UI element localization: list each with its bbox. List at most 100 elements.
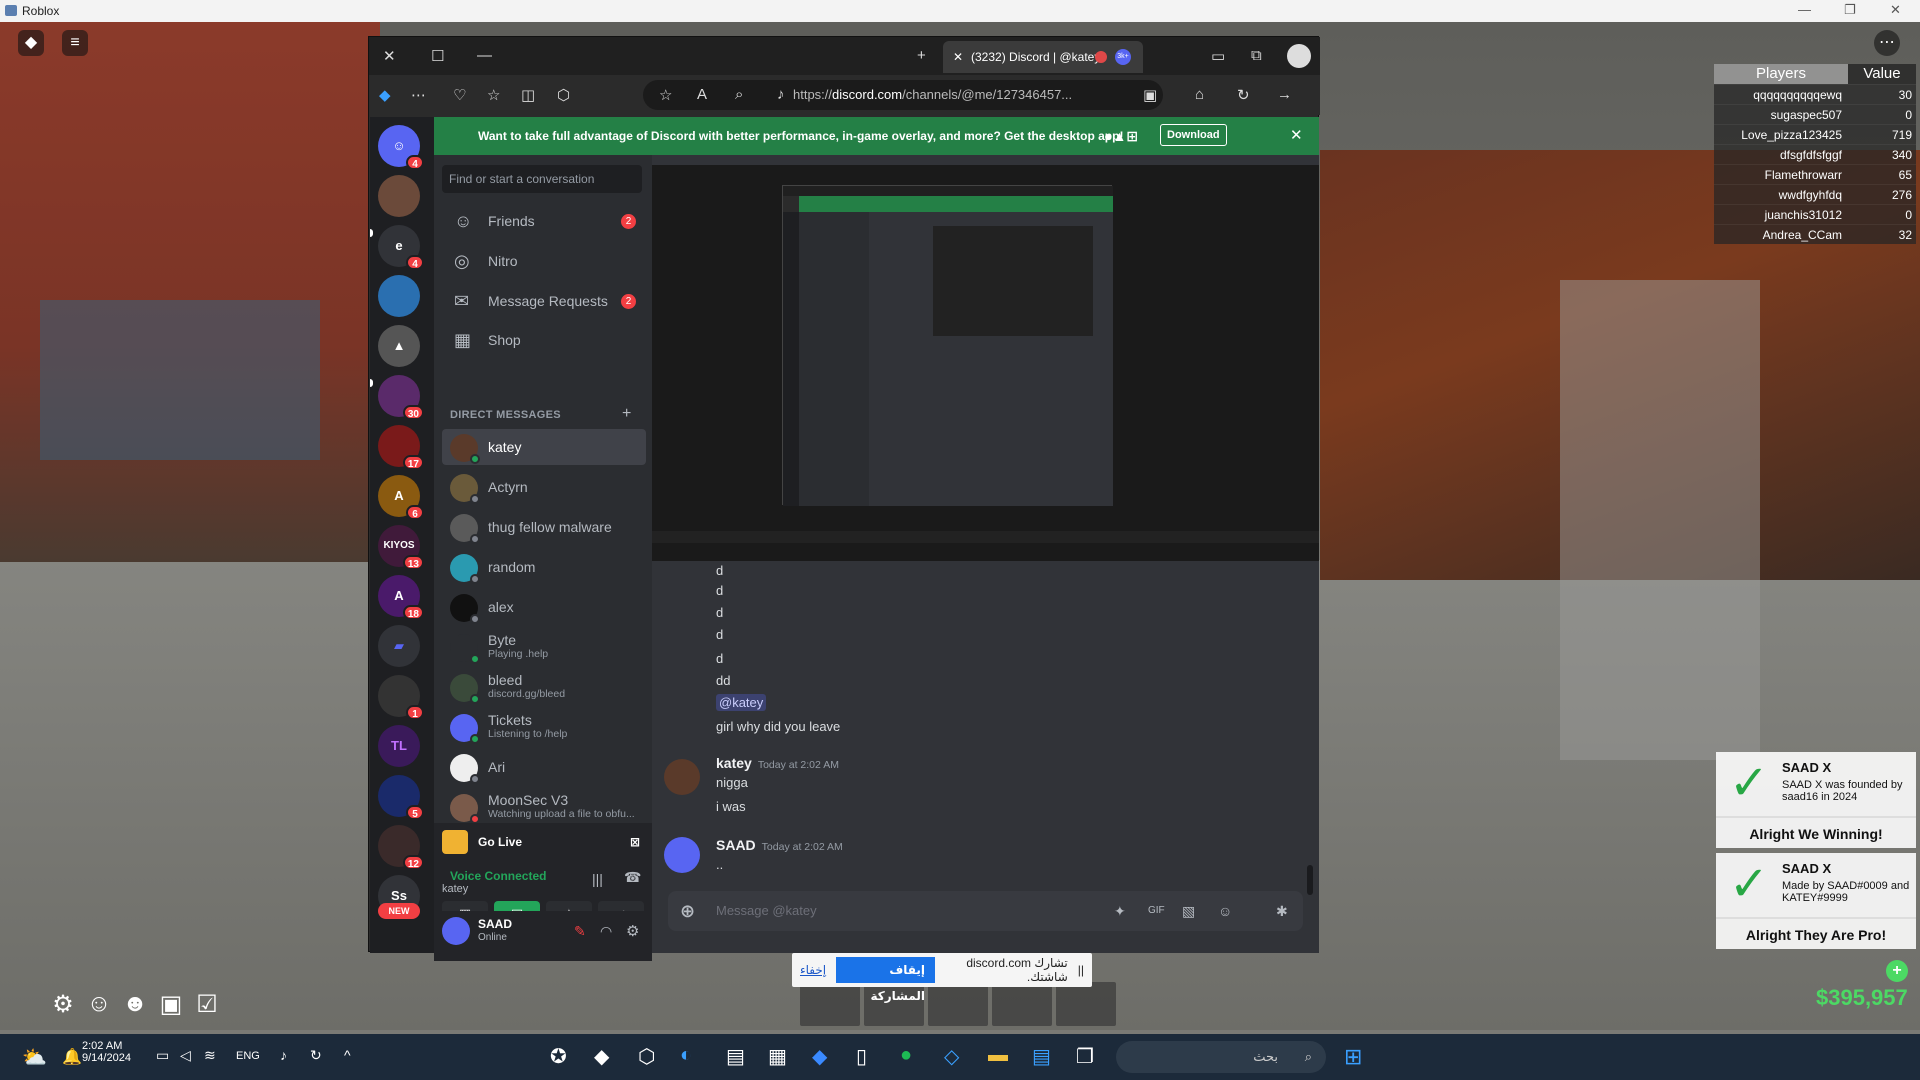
close-window-icon[interactable]: ✕ <box>383 47 396 65</box>
dm-item[interactable]: katey <box>442 429 646 465</box>
dm-item[interactable]: bleed discord.gg/bleed <box>442 669 646 705</box>
message-author[interactable]: SAAD <box>716 837 756 853</box>
address-bar[interactable]: https://discord.com/channels/@me/1273464… <box>643 80 1163 110</box>
server-icon[interactable]: 30 <box>378 375 424 420</box>
leaderboard-row[interactable]: sugaspec507 0 <box>1714 104 1916 124</box>
emote-icon[interactable]: ☻ <box>122 990 148 1019</box>
screenshot-attachment[interactable] <box>652 165 1319 561</box>
dm-item[interactable]: Byte Playing .help <box>442 629 646 665</box>
discord-home-icon[interactable]: ☺ 4 <box>378 125 424 170</box>
server-icon[interactable]: 5 <box>378 775 424 820</box>
leaderboard-row[interactable]: dfsgfdfsfggf 340 <box>1714 144 1916 164</box>
forward-icon[interactable]: → <box>1277 86 1292 103</box>
notification-button[interactable]: Alright We Winning! <box>1716 816 1916 848</box>
notes-icon[interactable]: ▤ <box>1032 1044 1051 1069</box>
scrollbar[interactable] <box>1307 865 1313 895</box>
avatar[interactable] <box>664 759 700 795</box>
disconnect-icon[interactable]: ☎ <box>624 869 641 886</box>
nav-nitro[interactable]: ◎ Nitro <box>442 243 646 279</box>
leaderboard-row[interactable]: Andrea_CCam 32 <box>1714 224 1916 244</box>
stop-stream-icon[interactable]: ⊠ <box>630 823 640 861</box>
search-input[interactable]: Find or start a conversation <box>442 165 642 193</box>
pause-icon[interactable]: || <box>1078 963 1084 977</box>
store-icon[interactable]: ▦ <box>768 1044 787 1069</box>
team-icon[interactable]: ☺ <box>86 990 112 1019</box>
app-star-icon[interactable]: ✪ <box>550 1044 567 1069</box>
sticker-icon[interactable]: ▧ <box>1182 891 1195 931</box>
more-options-icon[interactable]: ⋯ <box>1874 30 1900 56</box>
dm-item[interactable]: alex <box>442 589 646 625</box>
nav-friends[interactable]: ☺ Friends 2 <box>442 203 646 239</box>
user-mention[interactable]: @katey <box>716 694 767 711</box>
lock-icon[interactable]: ▣ <box>1143 86 1157 104</box>
server-icon[interactable]: 12 <box>378 825 424 870</box>
chat-icon[interactable]: ≡ <box>62 30 88 56</box>
server-icon[interactable] <box>378 275 420 317</box>
hotbar-slot[interactable] <box>800 982 860 1026</box>
stop-sharing-button[interactable]: إيقاف المشاركة <box>836 957 936 1003</box>
roblox-taskbar-icon[interactable]: ◆ <box>594 1044 609 1069</box>
cube-icon[interactable]: ⬡ <box>638 1044 655 1069</box>
server-icon[interactable]: 1 <box>378 675 424 720</box>
inventory-icon[interactable]: ▣ <box>158 990 184 1019</box>
server-icon[interactable]: 17 <box>378 425 424 470</box>
server-icon[interactable]: A 18 <box>378 575 424 620</box>
leaderboard-row[interactable]: Flamethrowarr 65 <box>1714 164 1916 184</box>
server-icon[interactable]: ▲ <box>378 325 420 367</box>
volume-icon[interactable]: ◁ <box>180 1047 191 1064</box>
mic-tray-icon[interactable]: ♪ <box>280 1047 287 1063</box>
apps-icon[interactable]: ✱ <box>1276 891 1288 931</box>
home-icon[interactable]: ⌂ <box>1195 86 1204 103</box>
mic-muted-icon[interactable]: ✎ <box>574 923 586 940</box>
create-dm-icon[interactable]: + <box>622 405 631 423</box>
widgets-icon[interactable]: ⛅ <box>22 1045 47 1070</box>
message-author[interactable]: katey <box>716 755 752 771</box>
maximize-button[interactable]: ❐ <box>1844 2 1856 18</box>
leaderboard-row[interactable]: juanchis31012 0 <box>1714 204 1916 224</box>
leaderboard-value-header[interactable]: Value <box>1848 64 1916 84</box>
split-screen-icon[interactable]: ◫ <box>521 86 535 104</box>
wifi-icon[interactable]: ≋ <box>204 1047 216 1064</box>
close-button[interactable]: ✕ <box>1890 2 1901 18</box>
avatar[interactable] <box>664 837 700 873</box>
dm-item[interactable]: thug fellow malware <box>442 509 646 545</box>
gif-icon[interactable]: GIF <box>1148 891 1165 931</box>
restore-icon[interactable]: ☐ <box>431 47 444 65</box>
leaderboard-players-header[interactable]: Players <box>1714 64 1848 84</box>
taskbar-search[interactable]: بحث ⌕ <box>1116 1041 1326 1073</box>
leaderboard-row[interactable]: qqqqqqqqqqewq 30 <box>1714 84 1916 104</box>
language-indicator[interactable]: ENG <box>236 1050 260 1062</box>
close-banner-icon[interactable]: ✕ <box>1290 120 1303 152</box>
dm-item[interactable]: Ari <box>442 749 646 785</box>
download-button[interactable]: Download <box>1160 124 1227 146</box>
chevron-up-icon[interactable]: ^ <box>344 1047 351 1063</box>
task-view-icon[interactable]: ❐ <box>1076 1044 1094 1069</box>
server-icon[interactable]: e4 <box>378 225 424 270</box>
gift-icon[interactable]: ✦ <box>1114 891 1126 931</box>
check-box-icon[interactable]: ☑ <box>194 990 220 1019</box>
leaderboard-row[interactable]: wwdfgyhfdq 276 <box>1714 184 1916 204</box>
start-icon[interactable]: ⊞ <box>1344 1044 1362 1070</box>
close-tab-icon[interactable]: ✕ <box>953 41 963 73</box>
add-money-icon[interactable]: + <box>1886 960 1908 982</box>
notepad-icon[interactable]: ▤ <box>726 1044 745 1069</box>
clock[interactable]: 2:02 AM 9/14/2024 <box>82 1040 131 1064</box>
nav-shop[interactable]: ▦ Shop <box>442 322 646 358</box>
extension-icon[interactable]: ♡ <box>453 86 466 104</box>
folder-icon[interactable]: ▰ <box>378 625 420 667</box>
collections-icon[interactable]: ⧉ <box>1251 47 1262 64</box>
dm-item[interactable]: Actyrn <box>442 469 646 505</box>
file-explorer-icon[interactable]: ▬ <box>988 1044 1008 1067</box>
new-tab-icon[interactable]: + <box>917 47 926 64</box>
edge-icon[interactable]: ◐ <box>680 1044 692 1067</box>
find-icon[interactable]: ⌕ <box>735 86 743 103</box>
minimize-icon[interactable]: — <box>477 47 492 64</box>
read-aloud-icon[interactable]: A <box>697 86 707 103</box>
server-icon[interactable]: A6 <box>378 475 424 520</box>
go-live-panel[interactable]: Go Live ⊠ <box>434 823 652 861</box>
hotbar-slot[interactable] <box>928 982 988 1026</box>
spotify-icon[interactable]: ● <box>900 1044 912 1067</box>
refresh-icon[interactable]: ↻ <box>1237 86 1250 104</box>
dm-item[interactable]: Tickets Listening to /help <box>442 709 646 745</box>
emoji-icon[interactable]: ☺ <box>1218 891 1232 931</box>
